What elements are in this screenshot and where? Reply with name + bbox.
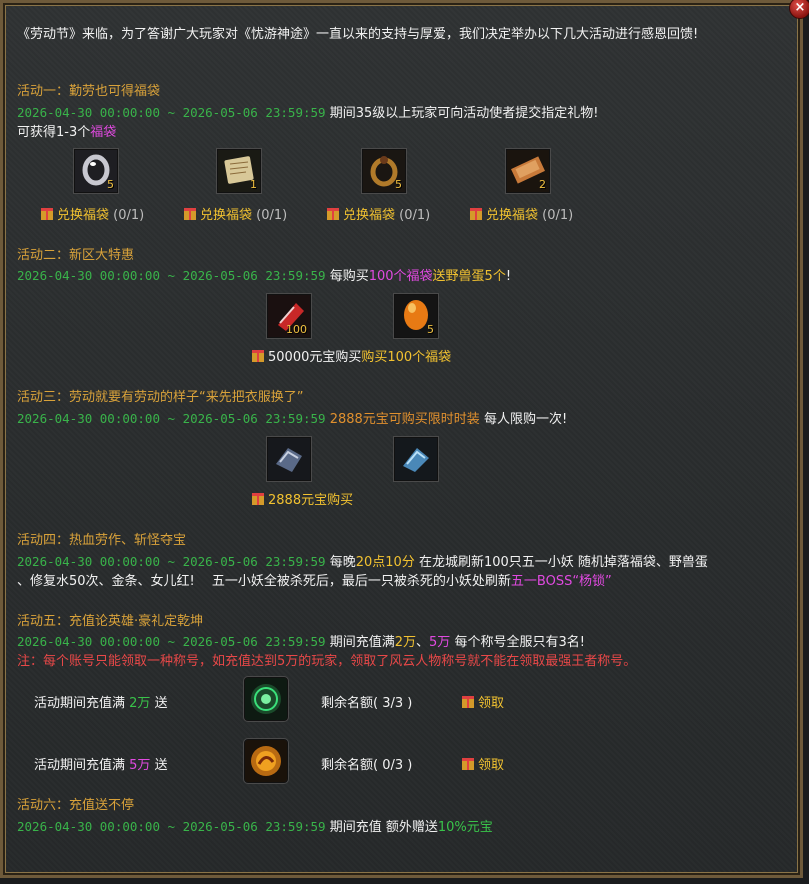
item-count: 100 <box>286 323 307 336</box>
date-range: 2026-04-30 00:00:00 ~ 2026-05-06 23:59:5… <box>17 268 326 283</box>
close-icon: × <box>794 0 806 15</box>
desc-text: 、 <box>416 635 430 650</box>
fashion-text: 2888元宝可购买限时时装 <box>329 412 480 427</box>
remaining-quota-2: 剩余名额( 0/3 ) <box>321 758 413 773</box>
activity-6-date-line: 2026-04-30 00:00:00 ~ 2026-05-06 23:59:5… <box>17 819 493 836</box>
date-range: 2026-04-30 00:00:00 ~ 2026-05-06 23:59:5… <box>17 411 326 426</box>
row-amount: 5万 <box>129 758 151 773</box>
desc-text: 每晚 <box>329 555 356 570</box>
reward-text: 可获得1-3个 <box>17 125 91 140</box>
exchange-lucky-bag-button-4[interactable]: 兑换福袋 (0/1) <box>470 208 573 224</box>
item-count: 2 <box>539 178 546 191</box>
lucky-bag-icon[interactable]: 100 <box>267 294 311 338</box>
activity-1-desc: 期间35级以上玩家可向活动使者提交指定礼物! <box>329 106 599 121</box>
armor-male-icon[interactable] <box>267 437 311 481</box>
recharge-row-1: 活动期间充值满 2万 送 <box>34 696 168 712</box>
desc-text: 每购买 <box>329 269 369 284</box>
activity-1-title: 活动一：勤劳也可得福袋 <box>17 84 161 99</box>
activity-1-date-line: 2026-04-30 00:00:00 ~ 2026-05-06 23:59:5… <box>17 105 598 122</box>
row-label: 送 <box>154 696 168 711</box>
desc-text: 每人限购一次! <box>483 412 568 427</box>
activity-4-line2: 、修复水50次、金条、女儿红! 五一小妖全被杀死后，最后一只被杀死的小妖处刷新五… <box>17 574 612 590</box>
date-range: 2026-04-30 00:00:00 ~ 2026-05-06 23:59:5… <box>17 554 326 569</box>
activity-5-date-line: 2026-04-30 00:00:00 ~ 2026-05-06 23:59:5… <box>17 634 585 651</box>
amount-text: 2万 <box>394 635 416 650</box>
row-amount: 2万 <box>129 696 151 711</box>
gift-icon <box>184 208 196 220</box>
activity-5-note: 注：每个账号只能领取一种称号，如充值达到5万的玩家，领取了风云人物称号就不能在领… <box>17 654 637 669</box>
activity-3-date-line: 2026-04-30 00:00:00 ~ 2026-05-06 23:59:5… <box>17 411 567 428</box>
scroll-icon[interactable]: 1 <box>217 149 261 193</box>
time-text: 20点10分 <box>355 555 415 570</box>
gift-icon <box>252 350 264 362</box>
activity-3-title: 活动三：劳动就要有劳动的样子“来先把衣服换了” <box>17 390 304 405</box>
row-label: 送 <box>154 758 168 773</box>
beast-egg-icon[interactable]: 5 <box>394 294 438 338</box>
gift-icon <box>41 208 53 220</box>
row-label: 活动期间充值满 <box>34 758 126 773</box>
desc-text: 在龙城刷新100只五一小妖 随机掉落福袋、野兽蛋 <box>418 555 708 570</box>
gold-title-orb-icon[interactable] <box>244 739 288 783</box>
parchment-icon[interactable]: 2 <box>506 149 550 193</box>
desc-text: 期间充值满 <box>329 635 395 650</box>
boss-text: 五一BOSS“杨锁” <box>510 574 612 589</box>
activity-2-title: 活动二：新区大特惠 <box>17 248 135 263</box>
beast-egg-text: 送野兽蛋5个 <box>432 269 506 284</box>
date-range: 2026-04-30 00:00:00 ~ 2026-05-06 23:59:5… <box>17 819 326 834</box>
exchange-lucky-bag-button-2[interactable]: 兑换福袋 (0/1) <box>184 208 287 224</box>
event-panel: 《劳动节》来临，为了答谢广大玩家对《忧游神途》一直以来的支持与厚爱，我们决定举办… <box>0 0 803 878</box>
desc-text: 、修复水50次、金条、女儿红! 五一小妖全被杀死后，最后一只被杀死的小妖处刷新 <box>17 574 511 589</box>
claim-button-2[interactable]: 领取 <box>462 758 504 774</box>
gift-icon <box>462 696 474 708</box>
amount-text: 5万 <box>429 635 451 650</box>
bonus-text: 10%元宝 <box>437 820 493 835</box>
intro-text: 《劳动节》来临，为了答谢广大玩家对《忧游神途》一直以来的支持与厚爱，我们决定举办… <box>17 27 699 42</box>
desc-text: 每个称号全服只有3名! <box>454 635 585 650</box>
armor-female-icon[interactable] <box>394 437 438 481</box>
row-label: 活动期间充值满 <box>34 696 126 711</box>
buy-fashion-button[interactable]: 2888元宝购买 <box>252 493 353 509</box>
silver-ring-icon[interactable]: 5 <box>74 149 118 193</box>
buy-lucky-bag-button[interactable]: 50000元宝购买购买100个福袋 <box>252 350 451 366</box>
remaining-quota-1: 剩余名额( 3/3 ) <box>321 696 413 711</box>
gold-ring-icon[interactable]: 5 <box>362 149 406 193</box>
desc-text: ! <box>505 269 512 284</box>
desc-text: 期间充值 额外赠送 <box>329 820 438 835</box>
item-count: 5 <box>395 178 402 191</box>
green-title-orb-icon[interactable] <box>244 677 288 721</box>
exchange-lucky-bag-button-3[interactable]: 兑换福袋 (0/1) <box>327 208 430 224</box>
gift-icon <box>462 758 474 770</box>
gift-icon <box>327 208 339 220</box>
exchange-lucky-bag-button-1[interactable]: 兑换福袋 (0/1) <box>41 208 144 224</box>
lucky-bag-text: 福袋 <box>90 125 117 140</box>
activity-4-title: 活动四：热血劳作、斩怪夺宝 <box>17 533 187 548</box>
recharge-row-2: 活动期间充值满 5万 送 <box>34 758 168 774</box>
close-button[interactable]: × <box>789 0 809 19</box>
item-count: 5 <box>107 178 114 191</box>
activity-1-reward-line: 可获得1-3个福袋 <box>17 125 116 141</box>
gift-icon <box>470 208 482 220</box>
item-count: 5 <box>427 323 434 336</box>
activity-2-date-line: 2026-04-30 00:00:00 ~ 2026-05-06 23:59:5… <box>17 268 511 285</box>
activity-6-title: 活动六：充值送不停 <box>17 798 135 813</box>
item-count: 1 <box>250 178 257 191</box>
activity-5-title: 活动五：充值论英雄·豪礼定乾坤 <box>17 614 204 629</box>
activity-4-date-line: 2026-04-30 00:00:00 ~ 2026-05-06 23:59:5… <box>17 554 708 571</box>
lucky-bag-text: 100个福袋 <box>368 269 433 284</box>
claim-button-1[interactable]: 领取 <box>462 696 504 712</box>
date-range: 2026-04-30 00:00:00 ~ 2026-05-06 23:59:5… <box>17 105 326 120</box>
date-range: 2026-04-30 00:00:00 ~ 2026-05-06 23:59:5… <box>17 634 326 649</box>
gift-icon <box>252 493 264 505</box>
